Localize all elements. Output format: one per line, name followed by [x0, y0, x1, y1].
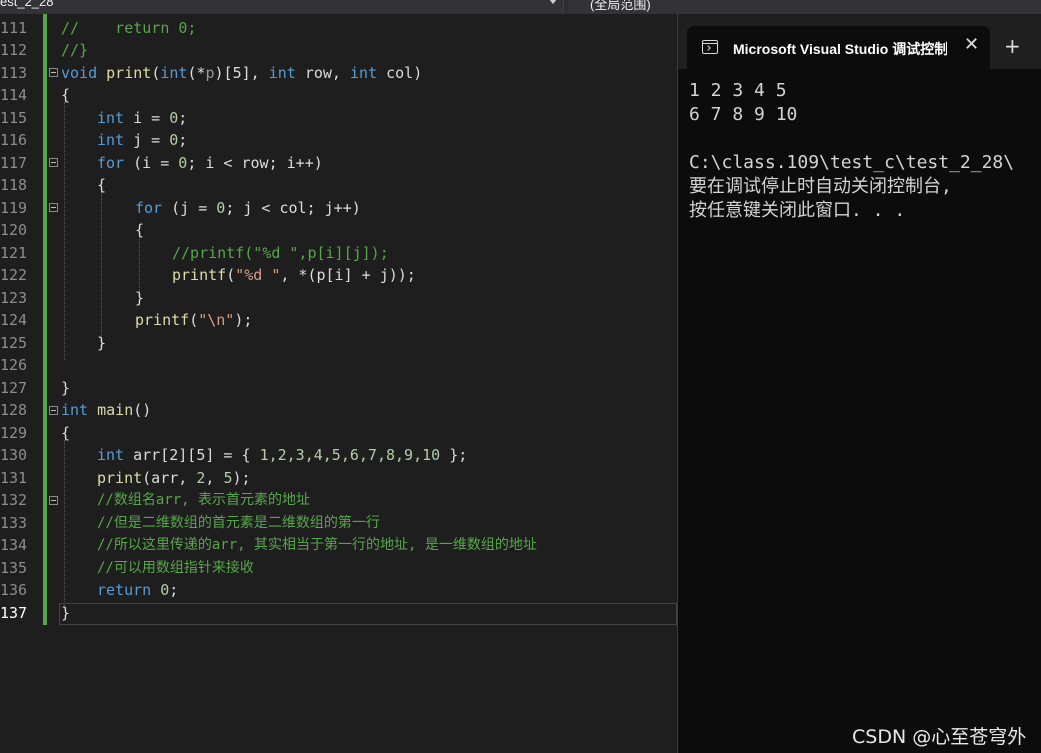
line-number: 118 — [0, 176, 28, 194]
console-output-line: 要在调试停止时自动关闭控制台, — [689, 176, 952, 197]
chevron-down-icon[interactable] — [549, 0, 557, 4]
code-line: void print(int(*p)[5], int row, int col) — [61, 64, 423, 82]
line-number: 120 — [0, 221, 28, 239]
console-output-line: 1 2 3 4 5 — [689, 80, 787, 101]
code-line: int i = 0; — [97, 109, 188, 127]
line-number: 112 — [0, 41, 28, 59]
line-number: 134 — [0, 536, 28, 554]
line-number: 132 — [0, 491, 28, 509]
line-number: 119 — [0, 199, 28, 217]
current-line-number: 137 — [0, 604, 28, 622]
console-output-line: 6 7 8 9 10 — [689, 104, 798, 125]
line-number: 136 — [0, 581, 28, 599]
code-line: //所以这里传递的arr, 其实相当于第一行的地址, 是一维数组的地址 — [97, 537, 537, 553]
code-line: int j = 0; — [97, 131, 188, 149]
collapse-icon[interactable] — [49, 406, 58, 415]
tab-title: Microsoft Visual Studio 调试控制台 — [733, 41, 947, 57]
code-line: //但是二维数组的首元素是二维数组的第一行 — [97, 515, 380, 531]
line-number-gutter: 111 112 113 114 115 116 117 118 119 120 … — [0, 14, 42, 753]
line-number: 131 — [0, 469, 28, 487]
line-number: 121 — [0, 244, 28, 262]
collapse-icon[interactable] — [49, 158, 58, 167]
line-number: 126 — [0, 356, 28, 374]
line-number: 127 — [0, 379, 28, 397]
code-line: for (j = 0; j < col; j++) — [135, 199, 361, 217]
code-line: for (i = 0; i < row; i++) — [97, 154, 323, 172]
code-line: print(arr, 2, 5); — [97, 469, 251, 487]
line-number: 129 — [0, 424, 28, 442]
code-line: int arr[2][5] = { 1,2,3,4,5,6,7,8,9,10 }… — [97, 446, 468, 464]
code-line: printf("\n"); — [135, 311, 253, 329]
project-scope-label: est_2_28 — [0, 0, 54, 9]
line-number: 133 — [0, 514, 28, 532]
code-line: //可以用数组指针来接收 — [97, 560, 254, 576]
code-editor[interactable]: 111 112 113 114 115 116 117 118 119 120 … — [0, 14, 677, 753]
indent-guide — [101, 192, 102, 348]
line-number: 114 — [0, 86, 28, 104]
debug-console-tab[interactable]: Microsoft Visual Studio 调试控制台 ✕ — [687, 26, 990, 69]
code-line: // return 0; — [61, 19, 197, 37]
code-line: { — [61, 86, 71, 104]
change-tracking-bar — [43, 14, 47, 625]
collapse-icon[interactable] — [49, 203, 58, 212]
code-line: } — [97, 334, 107, 352]
code-line: printf("%d ", *(p[i] + j)); — [172, 266, 416, 284]
code-line: { — [97, 176, 107, 194]
line-number: 113 — [0, 64, 28, 82]
project-scope-dropdown[interactable]: est_2_28 — [0, 0, 564, 14]
line-number: 130 — [0, 446, 28, 464]
member-scope-label: (全局范围) — [590, 0, 651, 12]
line-number: 111 — [0, 19, 28, 37]
code-line: //printf("%d ",p[i][j]); — [172, 244, 389, 262]
code-line: { — [135, 221, 145, 239]
member-scope-dropdown[interactable]: (全局范围) — [568, 0, 1041, 14]
line-number: 116 — [0, 131, 28, 149]
terminal-icon — [702, 40, 718, 54]
line-number: 128 — [0, 401, 28, 419]
new-tab-button[interactable]: + — [1004, 36, 1021, 56]
collapse-icon[interactable] — [49, 496, 58, 505]
close-tab-button[interactable]: ✕ — [964, 36, 979, 54]
current-line-highlight — [59, 603, 677, 625]
line-number: 124 — [0, 311, 28, 329]
line-number: 115 — [0, 109, 28, 127]
code-line: { — [61, 424, 71, 442]
console-output-line: C:\class.109\test_c\test_2_28\ — [689, 152, 1015, 173]
navigation-bar: est_2_28 (全局范围) — [0, 0, 1041, 14]
code-line: int main() — [61, 401, 152, 419]
code-line: return 0; — [97, 581, 179, 599]
code-line: //} — [61, 41, 89, 59]
indent-guide — [64, 440, 65, 610]
code-line: } — [135, 289, 145, 307]
line-number: 125 — [0, 334, 28, 352]
line-number: 122 — [0, 266, 28, 284]
csdn-watermark: CSDN @心至苍穹外 — [852, 726, 1027, 748]
indent-guide — [64, 102, 65, 360]
code-line-current: } — [61, 604, 71, 622]
console-output-line: 按任意键关闭此窗口. . . — [689, 200, 906, 221]
code-line: //数组名arr, 表示首元素的地址 — [97, 492, 311, 508]
debug-console-window[interactable]: Microsoft Visual Studio 调试控制台 ✕ + 1 2 3 … — [677, 14, 1041, 753]
code-line: } — [61, 379, 71, 397]
collapse-icon[interactable] — [49, 68, 58, 77]
line-number: 123 — [0, 289, 28, 307]
line-number: 117 — [0, 154, 28, 172]
terminal-tab-bar: Microsoft Visual Studio 调试控制台 ✕ + — [678, 14, 1041, 69]
line-number: 135 — [0, 559, 28, 577]
